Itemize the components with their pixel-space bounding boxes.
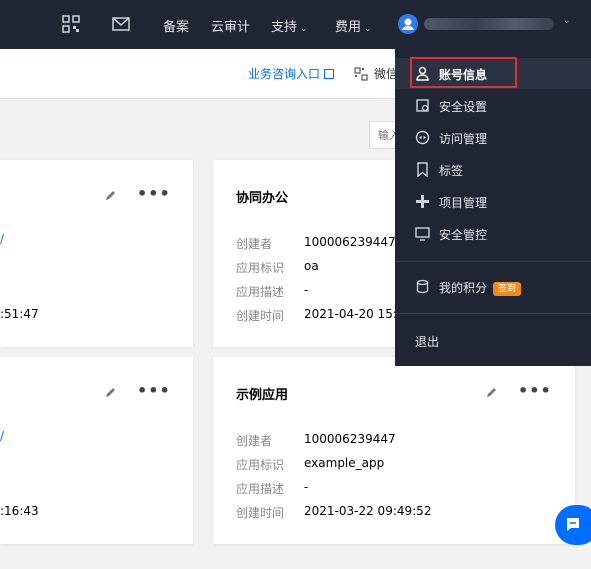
app-card-partial[interactable]: ••• / :16:43 <box>0 357 193 544</box>
business-consult-link[interactable]: 业务咨询入口 <box>248 65 335 82</box>
label-creator: 创建者 <box>236 237 273 251</box>
app-link-fragment[interactable]: / <box>0 429 4 443</box>
external-link-icon <box>324 69 335 79</box>
mail-icon[interactable] <box>112 15 130 33</box>
access-management-icon <box>415 130 430 145</box>
checkin-badge[interactable]: 签到 <box>493 282 522 296</box>
account-dropdown-menu: 账号信息 安全设置 访问管理 标签 项目管理 安全管控 我的积分 签到 退出 <box>395 49 591 366</box>
value-creator: 100006239447 <box>304 235 396 249</box>
edit-icon[interactable] <box>104 385 118 399</box>
chevron-down-icon: ⌄ <box>364 24 372 34</box>
created-time-fragment: :51:47 <box>0 307 39 321</box>
card-title: 协同办公 <box>236 191 289 206</box>
card-title: 示例应用 <box>236 388 289 403</box>
value-app-id: example_app <box>304 456 385 470</box>
menu-item-my-points[interactable]: 我的积分 签到 <box>395 271 591 302</box>
menu-item-project-management[interactable]: 项目管理 <box>395 186 591 217</box>
app-card-partial[interactable]: ••• / :51:47 <box>0 160 193 347</box>
label-created-time: 创建时间 <box>236 309 285 323</box>
logout-link[interactable]: 退出 <box>415 333 439 350</box>
user-avatar-icon <box>402 18 414 30</box>
menu-item-access-management[interactable]: 访问管理 <box>395 122 591 153</box>
chevron-down-icon: ⌄ <box>300 24 308 34</box>
value-app-id: oa <box>304 259 319 273</box>
edit-icon[interactable] <box>104 188 118 202</box>
label-app-desc: 应用描述 <box>236 482 285 496</box>
label-created-time: 创建时间 <box>236 506 285 520</box>
menu-item-tags[interactable]: 标签 <box>395 154 591 185</box>
wechat-qr-icon[interactable] <box>354 67 368 81</box>
app-card[interactable]: 示例应用 ••• 创建者 100006239447 应用标识 example_a… <box>213 357 575 544</box>
value-app-desc: - <box>304 283 309 297</box>
top-nav-bar: 备案 云审计 支持 ⌄ 费用 ⌄ ⌄ <box>0 0 591 49</box>
security-control-icon <box>415 227 430 241</box>
highlight-box <box>410 57 517 88</box>
value-creator: 100006239447 <box>304 432 396 446</box>
nav-link-cloud-audit[interactable]: 云审计 <box>211 16 250 35</box>
chat-icon <box>567 518 579 531</box>
project-icon <box>416 195 429 208</box>
app-link-fragment[interactable]: / <box>0 232 4 246</box>
nav-link-support[interactable]: 支持 ⌄ <box>271 16 308 35</box>
menu-divider <box>395 313 591 314</box>
edit-icon[interactable] <box>485 385 499 399</box>
menu-item-security-control[interactable]: 安全管控 <box>395 218 591 249</box>
value-created-time: 2021-03-22 09:49:52 <box>304 504 432 518</box>
points-icon <box>416 279 429 294</box>
tag-icon <box>417 162 428 177</box>
more-options-icon[interactable]: ••• <box>137 381 171 400</box>
label-app-id: 应用标识 <box>236 458 285 472</box>
nav-link-billing[interactable]: 费用 ⌄ <box>335 16 372 35</box>
more-options-icon[interactable]: ••• <box>137 184 171 203</box>
points-label: 我的积分 <box>439 281 488 295</box>
menu-divider <box>395 261 591 262</box>
nav-link-beian[interactable]: 备案 <box>163 16 189 35</box>
security-settings-icon <box>416 99 429 112</box>
label-app-id: 应用标识 <box>236 261 285 275</box>
chevron-down-icon[interactable]: ⌄ <box>563 16 571 26</box>
chat-support-button[interactable] <box>555 505 591 545</box>
more-options-icon[interactable]: ••• <box>518 381 552 400</box>
label-creator: 创建者 <box>236 434 273 448</box>
label-app-desc: 应用描述 <box>236 285 285 299</box>
avatar[interactable] <box>398 14 418 34</box>
qrcode-icon[interactable] <box>62 15 80 33</box>
value-app-desc: - <box>304 480 309 494</box>
username-redacted[interactable] <box>424 18 554 30</box>
created-time-fragment: :16:43 <box>0 504 39 518</box>
menu-item-security-settings[interactable]: 安全设置 <box>395 90 591 121</box>
